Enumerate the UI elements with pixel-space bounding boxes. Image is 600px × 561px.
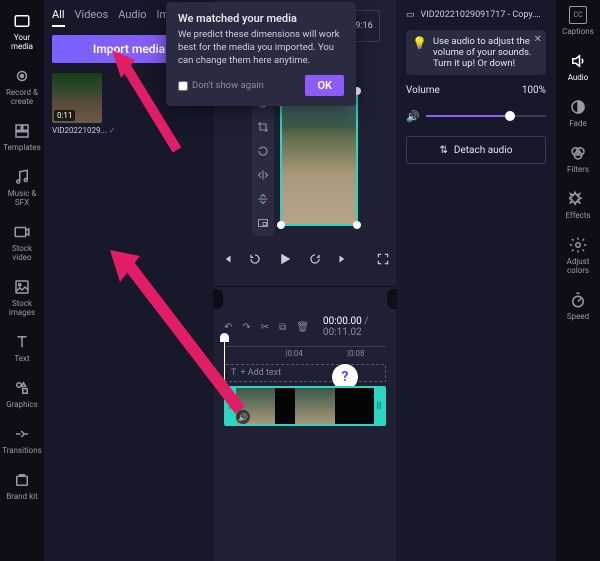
preview-image bbox=[282, 92, 356, 224]
rail-filters[interactable]: Filters bbox=[558, 144, 598, 174]
speaker-icon: 🔊 bbox=[406, 110, 420, 123]
crop-tool-icon[interactable] bbox=[256, 120, 270, 134]
rail-music-sfx[interactable]: Music & SFX bbox=[2, 168, 42, 207]
annotation-arrow-2 bbox=[110, 250, 260, 420]
rail-label: Record & create bbox=[2, 88, 42, 106]
video-file-icon: ▭ bbox=[406, 10, 415, 20]
rail-transitions[interactable]: Transitions bbox=[2, 425, 42, 455]
rail-label: Graphics bbox=[6, 400, 38, 409]
matched-media-popup: We matched your media We predict these d… bbox=[166, 2, 356, 106]
canvas-tools bbox=[252, 90, 274, 236]
rail-adjust-colors[interactable]: Adjust colors bbox=[558, 236, 598, 275]
rail-captions[interactable]: CCCaptions bbox=[558, 6, 598, 36]
clip-handle-right[interactable]: || bbox=[374, 388, 384, 424]
rail-your-media[interactable]: Your media bbox=[2, 12, 42, 51]
close-tip-icon[interactable]: ✕ bbox=[534, 34, 542, 45]
tab-audio[interactable]: Audio bbox=[118, 8, 146, 27]
split-icon[interactable]: ✂ bbox=[261, 322, 269, 333]
tip-panel: 💡 Use audio to adjust the volume of your… bbox=[406, 30, 546, 75]
rail-effects[interactable]: Effects bbox=[558, 190, 598, 220]
timeline-time: 00:00.00 / 00:11.02 bbox=[323, 316, 386, 338]
rail-audio[interactable]: Audio bbox=[558, 52, 598, 82]
rail-stock-video[interactable]: Stock video bbox=[2, 223, 42, 262]
rail-brand-kit[interactable]: Brand kit bbox=[2, 471, 42, 501]
rail-label: Templates bbox=[3, 143, 40, 152]
volume-slider[interactable]: 🔊 bbox=[406, 106, 546, 126]
resize-handle[interactable] bbox=[353, 221, 361, 229]
tab-videos[interactable]: Videos bbox=[75, 8, 109, 27]
flip-h-tool-icon[interactable] bbox=[256, 168, 270, 182]
skip-end-icon[interactable] bbox=[336, 252, 350, 266]
flip-v-tool-icon[interactable] bbox=[256, 192, 270, 206]
rail-label: Transitions bbox=[2, 446, 42, 455]
volume-label: Volume bbox=[406, 85, 440, 96]
rail-label: Brand kit bbox=[6, 492, 37, 501]
pip-tool-icon[interactable] bbox=[256, 216, 270, 230]
rail-speed[interactable]: Speed bbox=[558, 291, 598, 321]
detach-audio-button[interactable]: ⇅ Detach audio bbox=[406, 136, 546, 164]
lightbulb-icon: 💡 bbox=[412, 36, 427, 69]
rail-text[interactable]: Text bbox=[2, 333, 42, 363]
tip-text: Use audio to adjust the volume of your s… bbox=[433, 36, 540, 69]
rail-graphics[interactable]: Graphics bbox=[2, 379, 42, 409]
delete-icon[interactable]: 🗑 bbox=[296, 322, 309, 333]
rotate-tool-icon[interactable] bbox=[256, 144, 270, 158]
right-rail: CCCaptions Audio Fade Filters Effects Ad… bbox=[556, 0, 600, 561]
ruler-tick: |0:08 bbox=[347, 349, 364, 358]
rail-fade[interactable]: Fade bbox=[558, 98, 598, 128]
popup-body: We predict these dimensions will work be… bbox=[178, 29, 344, 67]
ok-button[interactable]: OK bbox=[305, 75, 344, 96]
thumbnail-image: 0:11 bbox=[52, 73, 102, 123]
left-rail: Your media Record & create Templates Mus… bbox=[0, 0, 44, 561]
filename-text: VID20221029091717 - Copy.mp4 bbox=[421, 10, 546, 20]
detach-icon: ⇅ bbox=[440, 145, 448, 156]
thumbnail-duration: 0:11 bbox=[54, 110, 75, 121]
dont-show-again[interactable]: Don't show again bbox=[178, 80, 264, 91]
rail-label: Text bbox=[14, 354, 29, 363]
resize-handle[interactable] bbox=[277, 221, 285, 229]
rail-label: Stock video bbox=[2, 244, 42, 262]
annotation-arrow-1 bbox=[107, 50, 187, 160]
preview-canvas[interactable] bbox=[280, 90, 358, 226]
filename-row: ▭ VID20221029091717 - Copy.mp4 bbox=[406, 10, 546, 20]
rail-label: Stock images bbox=[2, 299, 42, 317]
rail-record-create[interactable]: Record & create bbox=[2, 67, 42, 106]
rail-stock-images[interactable]: Stock images bbox=[2, 278, 42, 317]
play-icon[interactable] bbox=[276, 250, 294, 268]
duplicate-icon[interactable]: ⧉ bbox=[279, 322, 286, 333]
properties-panel: ▭ VID20221029091717 - Copy.mp4 💡 Use aud… bbox=[396, 0, 556, 561]
slider-thumb[interactable] bbox=[505, 111, 515, 121]
volume-value: 100% bbox=[522, 85, 546, 96]
rail-label: Your media bbox=[2, 33, 42, 51]
rail-templates[interactable]: Templates bbox=[2, 122, 42, 152]
rail-label: Music & SFX bbox=[2, 189, 42, 207]
popup-title: We matched your media bbox=[178, 12, 344, 25]
tab-all[interactable]: All bbox=[52, 8, 65, 27]
fullscreen-icon[interactable] bbox=[376, 252, 390, 266]
ruler-tick: |0:04 bbox=[286, 349, 303, 358]
seek-forward-icon[interactable] bbox=[308, 252, 322, 266]
volume-row: Volume 100% bbox=[406, 85, 546, 96]
